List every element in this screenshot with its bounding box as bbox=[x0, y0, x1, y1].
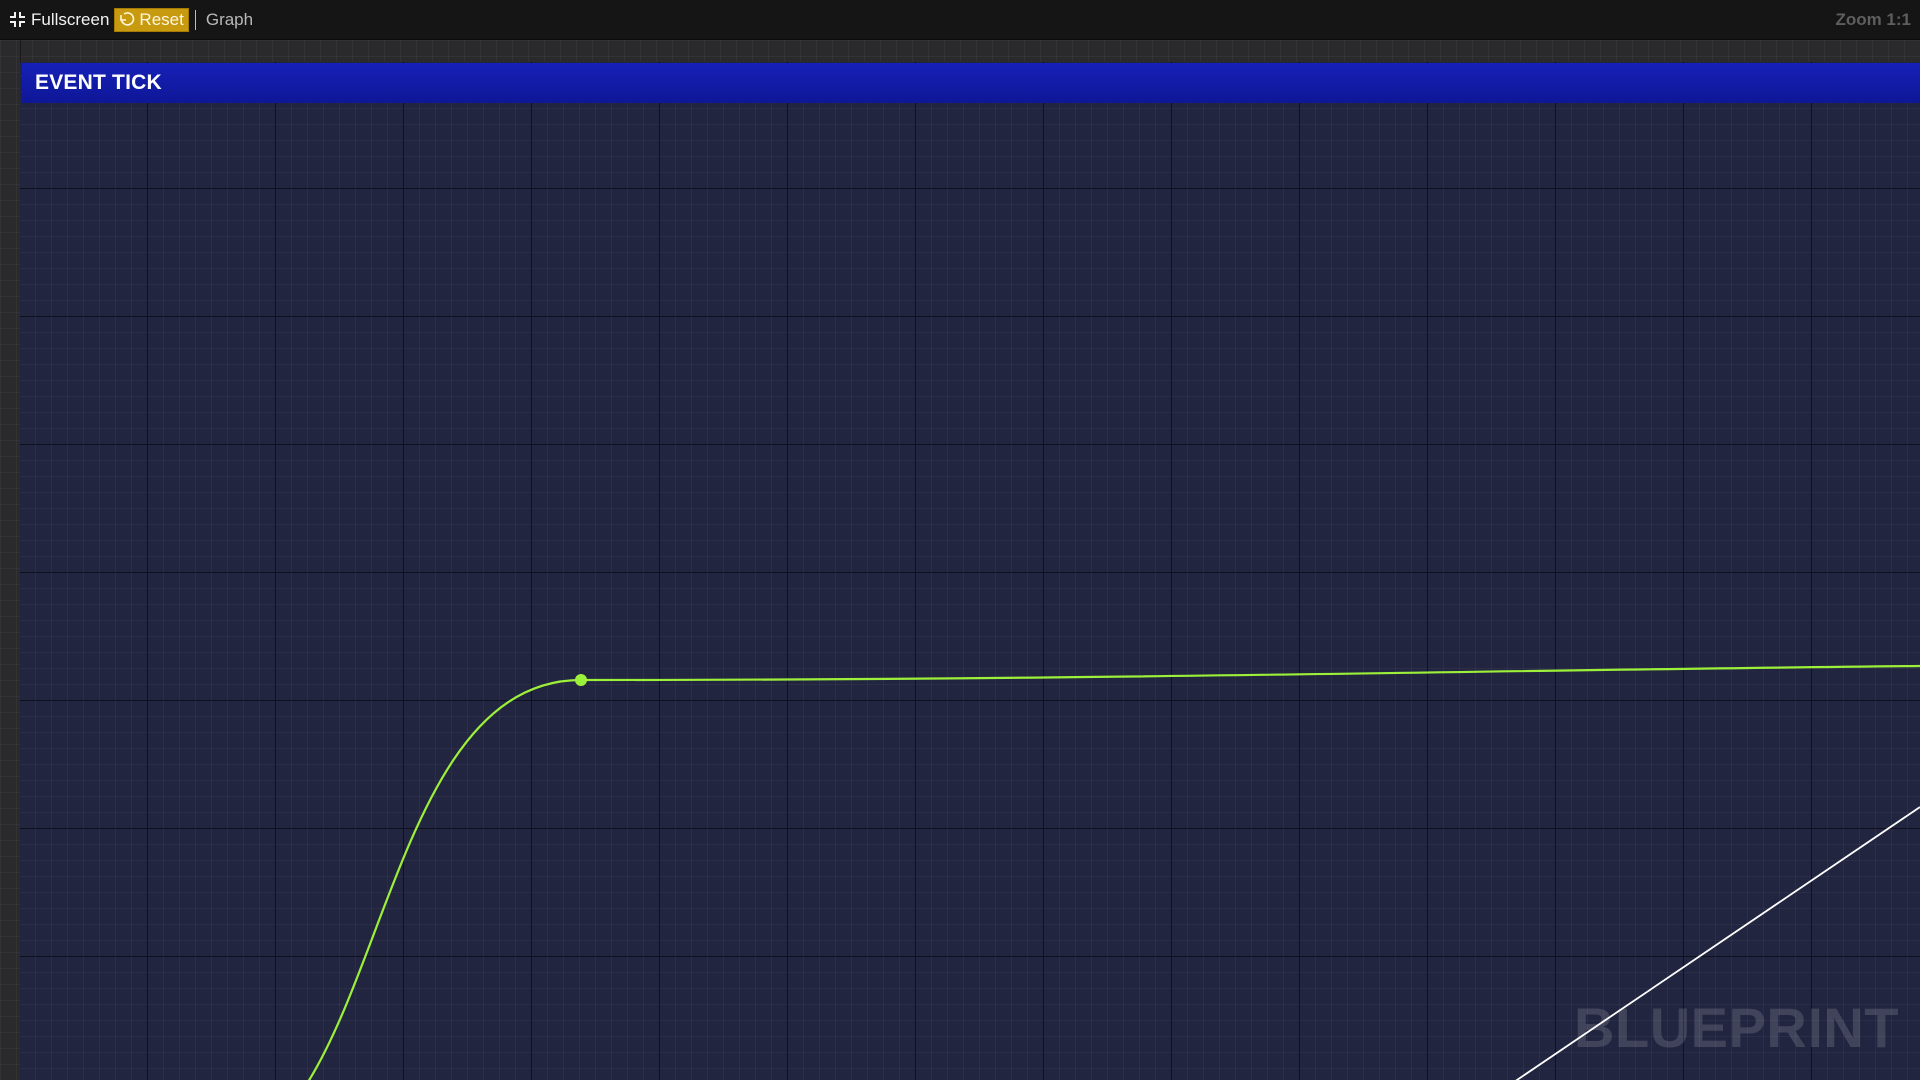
blueprint-watermark: BLUEPRINT bbox=[1574, 996, 1899, 1059]
toolbar: Fullscreen Reset Graph Zoom 1:1 bbox=[0, 0, 1920, 40]
fullscreen-icon bbox=[10, 12, 25, 27]
graph-margin-left bbox=[0, 40, 21, 1080]
graph-margin-top bbox=[0, 40, 1920, 62]
fullscreen-button[interactable]: Fullscreen bbox=[9, 9, 109, 31]
graph-canvas[interactable] bbox=[20, 62, 1920, 1080]
zoom-indicator: Zoom 1:1 bbox=[1835, 10, 1911, 29]
fullscreen-label: Fullscreen bbox=[31, 9, 110, 29]
blueprint-editor: Fullscreen Reset Graph Zoom 1:1 EVENT TI… bbox=[0, 0, 1920, 1080]
graph-tab[interactable]: Graph bbox=[206, 10, 253, 30]
reset-label: Reset bbox=[139, 9, 184, 29]
reset-icon bbox=[120, 12, 135, 26]
event-tick-node-header[interactable]: EVENT TICK bbox=[22, 63, 1920, 103]
toolbar-separator bbox=[194, 9, 196, 30]
reset-button[interactable]: Reset bbox=[114, 7, 189, 32]
event-node-title: EVENT TICK bbox=[35, 71, 162, 94]
